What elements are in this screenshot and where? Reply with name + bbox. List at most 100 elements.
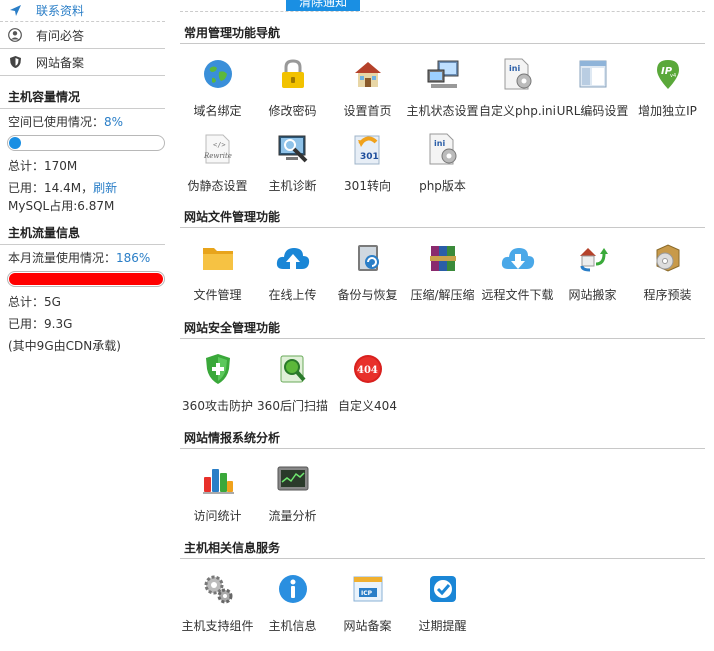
tool-supported-components[interactable]: 主机支持组件 [180,571,255,646]
tool-compress[interactable]: 压缩/解压缩 [405,240,480,315]
tool-custom-phpini[interactable]: ini 自定义php.ini [479,56,556,131]
section-title-analytics: 网站情报系统分析 [180,427,705,449]
info-icon [275,571,311,607]
cloud-download-icon [500,240,536,276]
sidebar-item-label: 网站备案 [36,55,85,70]
tool-host-diagnosis[interactable]: 主机诊断 [255,131,330,206]
computer-icon [425,56,461,92]
capacity-used-text: 已用：14.4M， [8,181,94,195]
mysql-usage: MySQL占用:6.87M [8,199,115,213]
main-panel: 清除通知 常用管理功能导航 域名绑定 修改密码 设置首页 主机状态设置 ini … [180,0,705,651]
gears-icon [200,571,236,607]
tool-label: 远程文件下载 [481,288,554,302]
cloud-upload-icon [275,240,311,276]
folder-icon [200,240,236,276]
section-title-files: 网站文件管理功能 [180,206,705,228]
ini-file-icon: ini [425,131,461,167]
tool-host-info[interactable]: 主机信息 [255,571,330,646]
tool-online-upload[interactable]: 在线上传 [255,240,330,315]
lock-icon [275,56,311,92]
tool-label: 修改密码 [268,104,317,118]
sidebar: 联系资料 有问必答 网站备案 主机容量情况 空间已使用情况：8% 总计：170M… [0,0,165,651]
window-icon [575,56,611,92]
traffic-usage-label: 本月流量使用情况： [8,251,117,265]
section-title-security: 网站安全管理功能 [180,317,705,339]
r301-label: 301 [360,152,379,162]
v4-label: v4 [670,73,676,79]
ini-file-icon: ini [500,56,536,92]
backup-icon [350,240,386,276]
tool-label: 主机诊断 [268,179,317,193]
tool-label: 设置首页 [343,104,392,118]
user-icon [8,28,22,42]
tool-add-dedicated-ip[interactable]: IP v4 增加独立IP [630,56,705,131]
check-clock-icon [425,571,461,607]
shield-plus-icon [200,351,236,387]
traffic-title: 主机流量信息 [0,220,165,245]
redirect-301-icon: 301 [350,131,386,167]
sidebar-item-icp[interactable]: 网站备案 [0,49,165,76]
package-cd-icon [650,240,686,276]
analytics-tools-grid: 访问统计 流量分析 [180,449,705,536]
tool-custom-404[interactable]: 404 自定义404 [330,351,405,426]
sidebar-item-faq[interactable]: 有问必答 [0,22,165,49]
tool-site-migration[interactable]: 网站搬家 [555,240,630,315]
tool-traffic-analysis[interactable]: 流量分析 [255,461,330,536]
tool-label: php版本 [419,179,466,193]
tool-360-attack-protection[interactable]: 360攻击防护 [180,351,255,426]
rewrite-icon: </> Rewrite [200,131,236,167]
ini-label: ini [509,64,520,73]
tool-icp-record[interactable]: ICP 网站备案 [330,571,405,646]
clear-notice-button[interactable]: 清除通知 [286,0,360,11]
sidebar-item-contact[interactable]: 联系资料 [0,0,165,22]
tool-remote-download[interactable]: 远程文件下载 [480,240,555,315]
capacity-progress-fill [9,137,21,149]
error-404-icon: 404 [350,351,386,387]
tool-file-manager[interactable]: 文件管理 [180,240,255,315]
traffic-note: (其中9G由CDN承载) [8,339,121,353]
capacity-usage-pct: 8% [104,115,124,129]
tool-label: 伪静态设置 [187,179,248,193]
section-title-host-info: 主机相关信息服务 [180,537,705,559]
sidebar-item-label: 有问必答 [36,28,85,43]
tool-rewrite[interactable]: </> Rewrite 伪静态设置 [180,131,255,206]
traffic-progress-fill [9,273,163,285]
refresh-link[interactable]: 刷新 [93,181,117,195]
tool-program-preinstall[interactable]: 程序预装 [630,240,705,315]
send-icon [8,4,22,18]
sidebar-item-label: 联系资料 [36,4,85,18]
tool-set-homepage[interactable]: 设置首页 [330,56,405,131]
tool-domain-binding[interactable]: 域名绑定 [180,56,255,131]
traffic-usage-pct: 186% [116,251,151,265]
ip-pin-icon: IP v4 [650,56,686,92]
tool-expiry-reminder[interactable]: 过期提醒 [405,571,480,646]
tool-label: 301转向 [344,179,391,193]
tool-301-redirect[interactable]: 301 301转向 [330,131,405,206]
tool-label: 在线上传 [268,288,317,302]
tool-host-status[interactable]: 主机状态设置 [405,56,480,131]
capacity-usage-label: 空间已使用情况： [8,115,105,129]
tool-backup-restore[interactable]: 备份与恢复 [330,240,405,315]
tool-label: 程序预装 [643,288,692,302]
icp-icon: ICP [350,571,386,607]
tool-label: 主机状态设置 [406,104,479,118]
tool-360-backdoor-scan[interactable]: 360后门扫描 [255,351,330,426]
security-tools-grid: 360攻击防护 360后门扫描 404 自定义404 [180,339,705,426]
capacity-progress-bar [7,135,165,151]
section-title-common: 常用管理功能导航 [180,22,705,44]
tool-php-version[interactable]: ini php版本 [405,131,480,206]
archive-books-icon [425,240,461,276]
tool-label: 360攻击防护 [182,399,253,413]
notice-row: 清除通知 [180,0,705,12]
tool-label: 自定义php.ini [479,104,556,118]
tool-visit-stats[interactable]: 访问统计 [180,461,255,536]
capacity-total: 总计：170M [8,159,78,173]
tool-label: 网站备案 [343,619,392,633]
tool-url-encoding[interactable]: URL编码设置 [555,56,630,131]
file-tools-grid: 文件管理 在线上传 备份与恢复 压缩/解压缩 远程文件下载 网站搬家 程序预装 [180,228,705,315]
tool-label: URL编码设置 [556,104,629,118]
traffic-total: 总计：5G [8,295,61,309]
tool-label: 压缩/解压缩 [410,288,475,302]
home-icon [350,56,386,92]
tool-change-password[interactable]: 修改密码 [255,56,330,131]
